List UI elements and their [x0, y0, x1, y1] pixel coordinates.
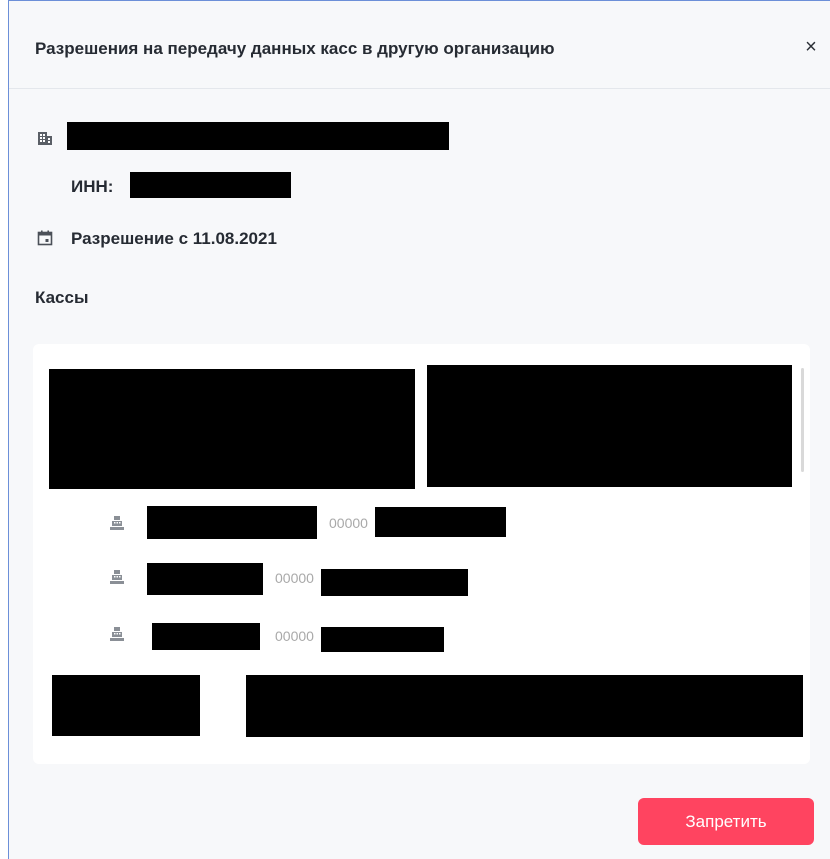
- inn-value-redacted: [130, 172, 291, 198]
- permissions-dialog: Разрешения на передачу данных касс в дру…: [8, 0, 830, 859]
- register-name-redacted: [147, 563, 263, 595]
- register-serial-redacted: [321, 569, 468, 596]
- deny-button[interactable]: Запретить: [638, 798, 814, 845]
- registers-footer-left-redacted: [52, 675, 200, 736]
- register-name-redacted: [147, 506, 317, 539]
- registers-header-left-redacted: [49, 369, 415, 489]
- registers-list[interactable]: 00000 00000 00000: [33, 344, 810, 764]
- permission-date: Разрешение с 11.08.2021: [71, 229, 277, 248]
- list-scrollbar[interactable]: [801, 368, 804, 472]
- cash-register-icon: [110, 570, 124, 584]
- register-serial-redacted: [375, 507, 506, 537]
- register-serial-prefix: 00000: [275, 570, 314, 586]
- register-serial-prefix: 00000: [275, 628, 314, 644]
- register-serial-prefix: 00000: [329, 515, 368, 531]
- inn-label: ИНН:: [71, 177, 114, 196]
- close-icon[interactable]: ×: [801, 37, 821, 57]
- register-serial-redacted: [321, 627, 444, 652]
- registers-section-title: Кассы: [35, 288, 89, 307]
- cash-register-icon: [110, 516, 124, 530]
- register-name-redacted: [152, 623, 260, 650]
- organization-name-redacted: [67, 122, 449, 150]
- building-icon: [38, 132, 52, 145]
- calendar-icon: [37, 230, 53, 246]
- registers-footer-right-redacted: [246, 675, 803, 737]
- dialog-header: Разрешения на передачу данных касс в дру…: [9, 1, 830, 89]
- cash-register-icon: [110, 627, 124, 641]
- registers-header-right-redacted: [427, 365, 792, 487]
- dialog-title: Разрешения на передачу данных касс в дру…: [35, 39, 555, 58]
